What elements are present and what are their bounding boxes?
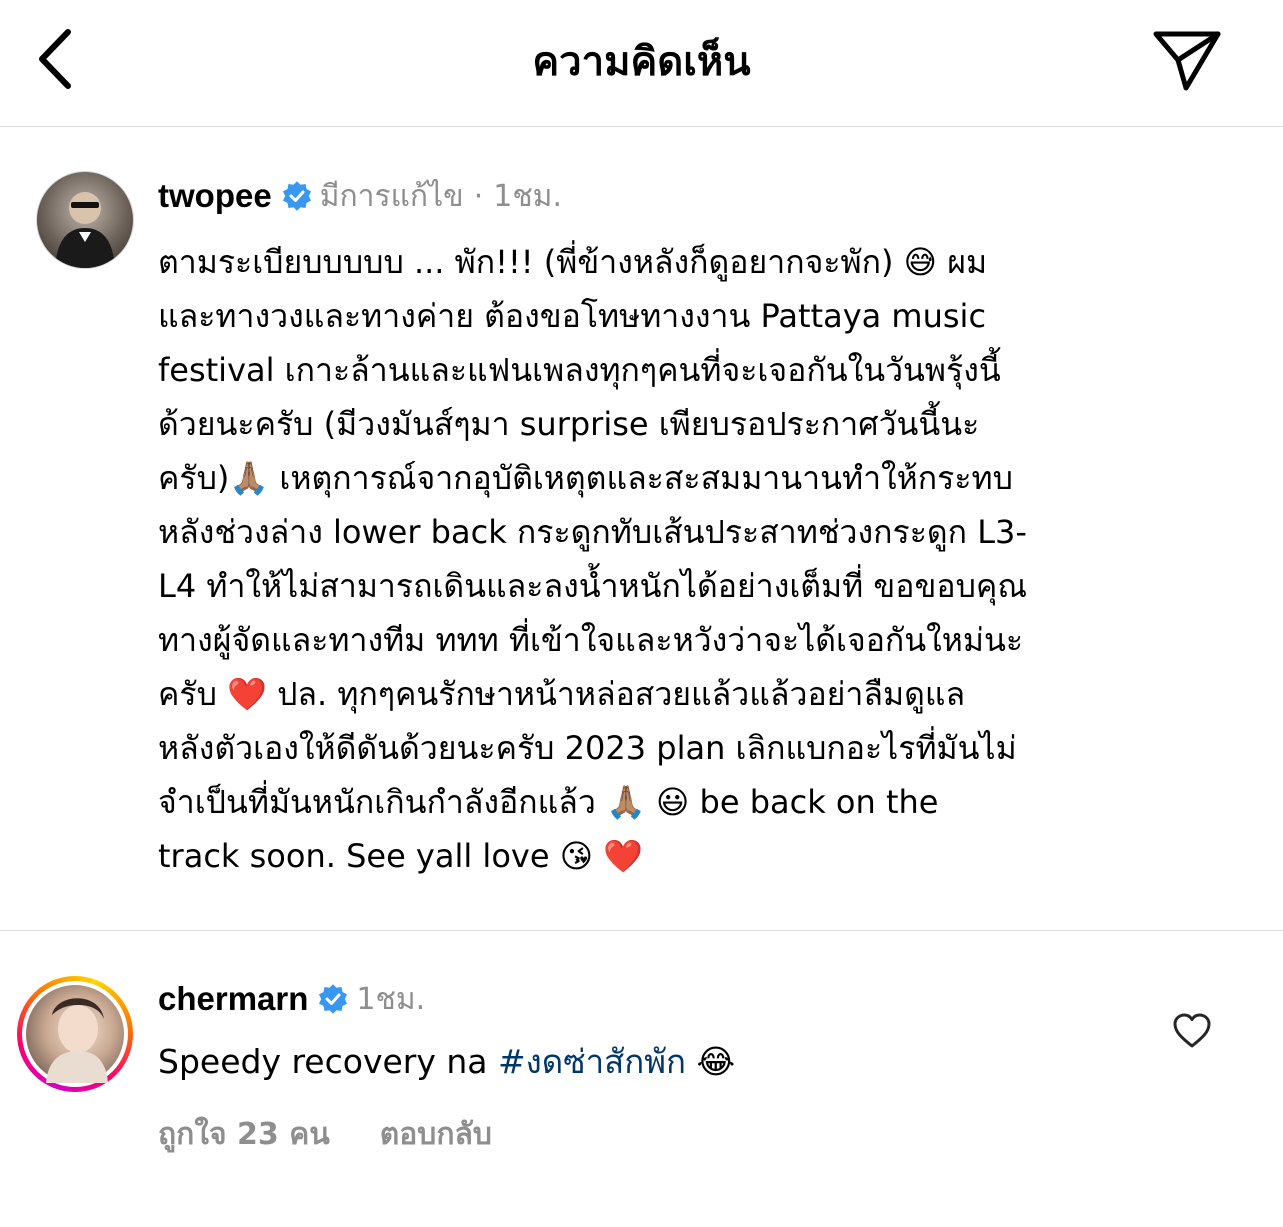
comment-text-emoji: 😂 [685,1042,736,1081]
avatar-ring-gap [22,981,128,1087]
verified-badge-icon [282,181,311,211]
likes-count-link[interactable]: ถูกใจ 23 คน [158,1111,330,1158]
reply-button[interactable]: ตอบกลับ [380,1111,492,1158]
avatar[interactable] [36,171,134,269]
username[interactable]: chermarn [158,980,308,1018]
comment-text: Speedy recovery na #งดซ่าสักพัก 😂 [158,1035,1248,1089]
comment-item: chermarn 1ชม. Speedy recovery na #งดซ่าส… [0,931,1283,1227]
avatar-photo-icon [55,192,115,268]
comment-meta: chermarn 1ชม. [158,976,425,1022]
share-button[interactable] [1148,26,1224,96]
paper-plane-icon [1153,31,1221,91]
like-button[interactable] [1172,1011,1212,1051]
meta-separator: · [473,178,484,214]
timestamp: 1ชม. [493,178,562,214]
verified-badge-icon [319,984,348,1014]
comment-meta: twopee มีการแก้ไข · 1ชม. [158,173,562,219]
username[interactable]: twopee [158,177,272,215]
comment-text-plain: Speedy recovery na [158,1042,498,1081]
header-bar: ความคิดเห็น [0,0,1283,127]
avatar-photo-icon [46,998,108,1083]
comment-actions: ถูกใจ 23 คน ตอบกลับ [158,1111,492,1158]
comment-item: twopee มีการแก้ไข · 1ชม. ตามระเบียบบบบบ … [0,127,1283,931]
edited-label: มีการแก้ไข [319,178,464,214]
heart-outline-icon [1173,1013,1211,1048]
timestamp: 1ชม. [356,981,426,1017]
page-title: ความคิดเห็น [532,39,751,85]
comment-text: ตามระเบียบบบบบ ... พัก!!! (พี่ข้างหลังก็… [158,243,1027,875]
avatar [26,985,124,1083]
avatar-story-ring[interactable] [17,976,133,1092]
hashtag-link[interactable]: #งดซ่าสักพัก [498,1042,686,1081]
